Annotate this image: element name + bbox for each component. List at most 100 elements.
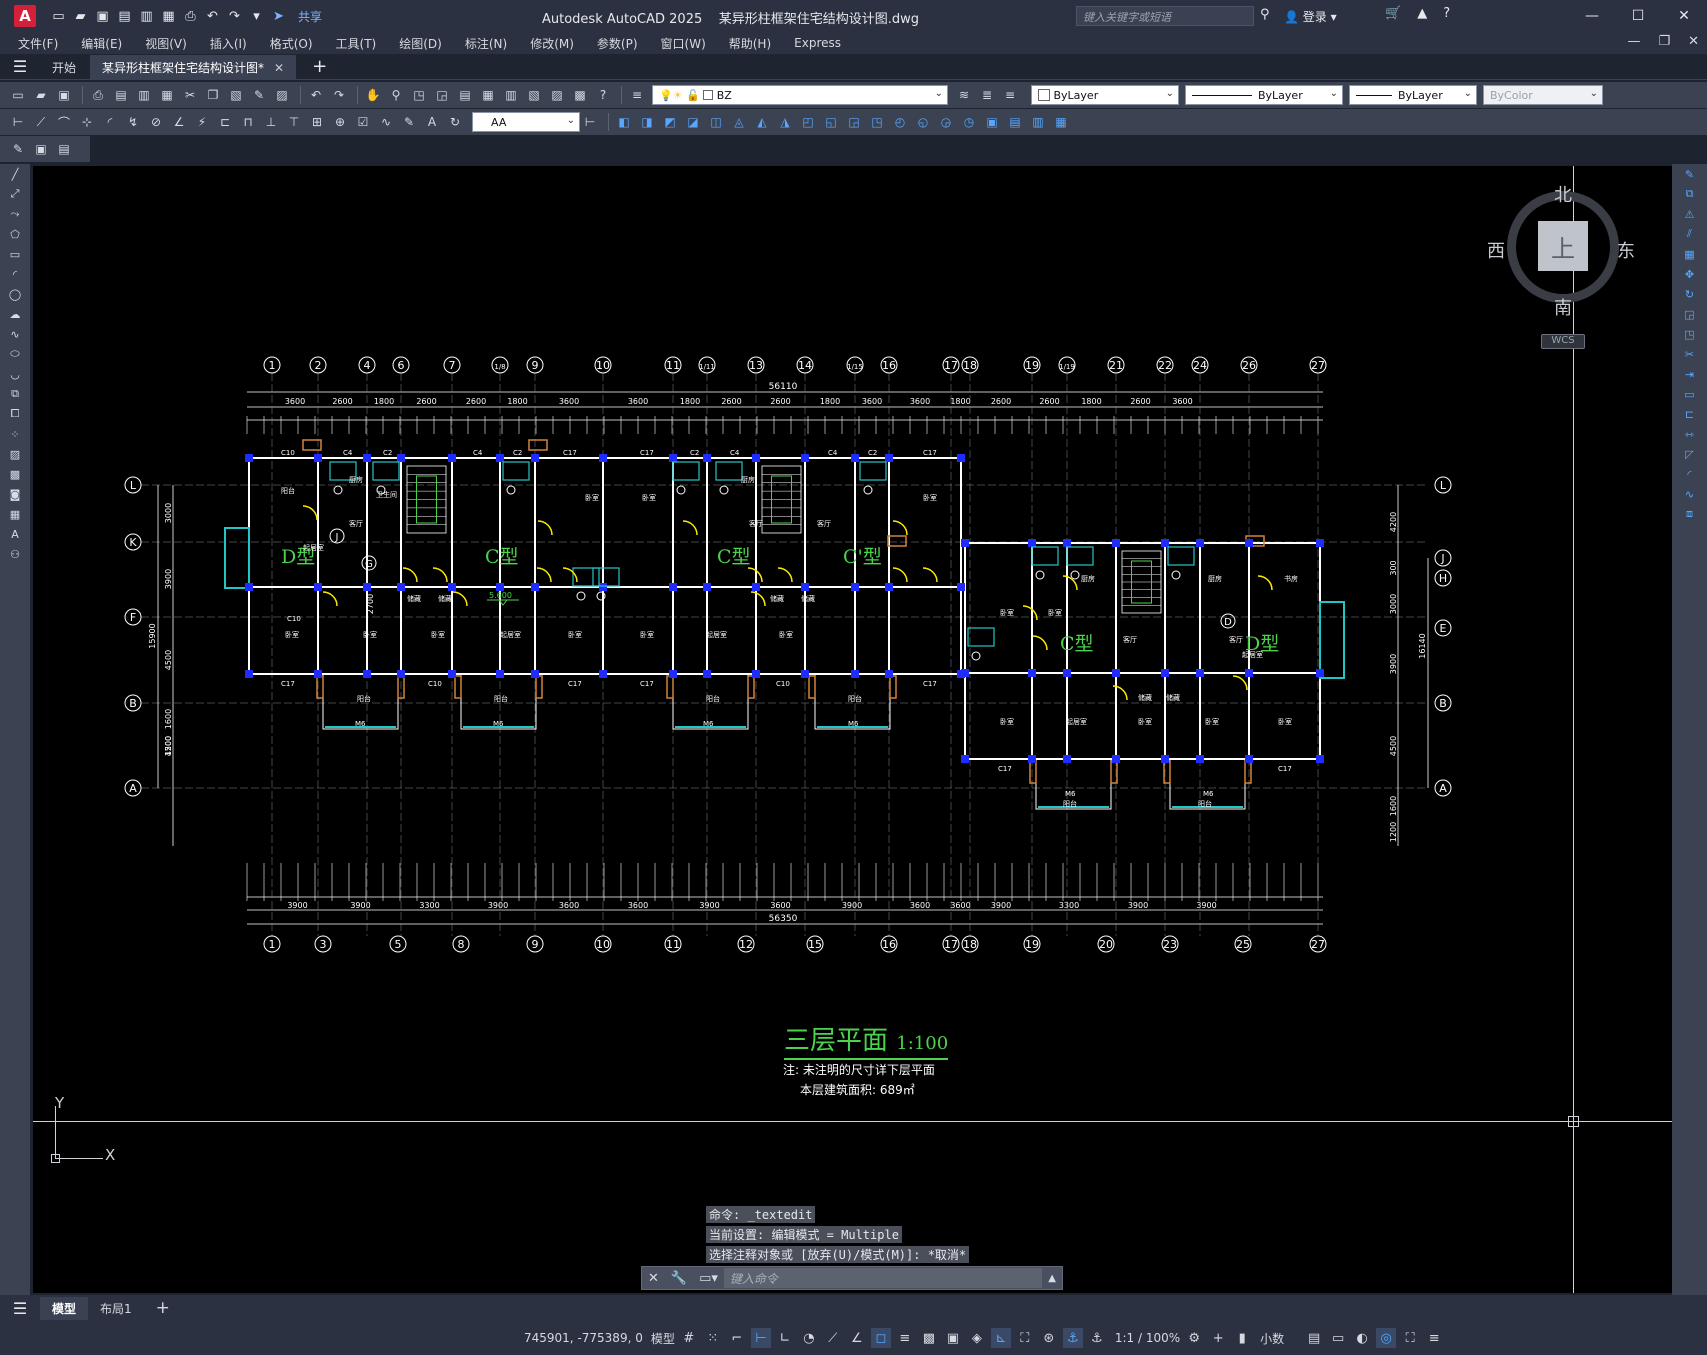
3d-sphere-icon[interactable]: ◪ — [683, 112, 703, 132]
cart-icon[interactable]: 🛒 — [1385, 6, 1401, 21]
insert-block-icon[interactable]: ⧉ — [0, 384, 30, 404]
section-plane-icon[interactable]: ▣ — [982, 112, 1002, 132]
join-icon[interactable]: ⇿ — [1672, 424, 1707, 444]
sweep-icon[interactable]: ◱ — [821, 112, 841, 132]
block-editor-icon[interactable]: ▨ — [272, 85, 292, 105]
compass-north[interactable]: 北 — [1554, 181, 1572, 207]
add-layout-icon[interactable]: + — [144, 1295, 182, 1321]
menu-window[interactable]: 窗口(W) — [661, 35, 706, 52]
new-tab-icon[interactable]: + — [298, 55, 341, 79]
3d-osnap-icon[interactable]: ◈ — [967, 1328, 987, 1348]
mtext-icon[interactable]: A — [0, 524, 30, 544]
customize-qat-icon[interactable]: ▾ — [248, 8, 265, 25]
save-icon[interactable]: ▣ — [94, 8, 111, 25]
doc-minimize-icon[interactable]: — — [1627, 34, 1640, 49]
layer-properties-icon[interactable]: ≡ — [627, 85, 647, 105]
union-icon[interactable]: ◳ — [867, 112, 887, 132]
plot-icon[interactable]: ⎙ — [88, 85, 108, 105]
share-icon[interactable]: ➤ — [270, 8, 287, 25]
menu-dimension[interactable]: 标注(N) — [465, 35, 507, 52]
compass-west[interactable]: 西 — [1487, 237, 1505, 263]
3d-cylinder-icon[interactable]: ◫ — [706, 112, 726, 132]
viewcube-top-face[interactable]: 上 — [1538, 221, 1588, 271]
offset-icon[interactable]: ⫽ — [1672, 224, 1707, 244]
menu-help[interactable]: 帮助(H) — [729, 35, 771, 52]
jogged-linear-icon[interactable]: ∿ — [376, 112, 396, 132]
ellipse-arc-icon[interactable]: ◡ — [0, 364, 30, 384]
quick-dim-icon[interactable]: ⚡ — [192, 112, 212, 132]
command-history-toggle-icon[interactable]: ▲ — [1048, 1273, 1056, 1284]
3d-torus-icon[interactable]: ◬ — [729, 112, 749, 132]
layout-menu-icon[interactable]: ☰ — [0, 1295, 40, 1321]
search-icon[interactable]: ⚲ — [1260, 7, 1270, 22]
dim-text-edit-icon[interactable]: A — [422, 112, 442, 132]
selection-filter-icon[interactable]: ⛶ — [1015, 1328, 1035, 1348]
extend-icon[interactable]: ⇥ — [1672, 364, 1707, 384]
auto-scale-icon[interactable]: ⚓ — [1087, 1328, 1107, 1348]
line-icon[interactable]: ╱ — [0, 164, 30, 184]
polar-tracking-icon[interactable]: ◔ — [799, 1328, 819, 1348]
properties-icon[interactable]: ▤ — [455, 85, 475, 105]
polyline-icon[interactable]: ⤳ — [0, 204, 30, 224]
menu-insert[interactable]: 插入(I) — [210, 35, 247, 52]
loft-icon[interactable]: ◲ — [844, 112, 864, 132]
continue-dim-icon[interactable]: ⊓ — [238, 112, 258, 132]
zoom-window-icon[interactable]: ◳ — [409, 85, 429, 105]
login-button[interactable]: 👤 登录 ▾ — [1284, 8, 1337, 25]
selection-cycling-icon[interactable]: ▣ — [943, 1328, 963, 1348]
tool-palettes-icon[interactable]: ▥ — [501, 85, 521, 105]
layer-previous-icon[interactable]: ≣ — [977, 85, 997, 105]
model-space-toggle[interactable]: 模型 — [651, 1330, 675, 1347]
3d-box-icon[interactable]: ◧ — [614, 112, 634, 132]
plot-icon[interactable]: ⎙ — [182, 8, 199, 25]
slice-icon[interactable]: ◶ — [936, 112, 956, 132]
interfere-icon[interactable]: ◷ — [959, 112, 979, 132]
qnew-icon[interactable]: ▭ — [8, 85, 28, 105]
copy-icon[interactable]: ❐ — [203, 85, 223, 105]
annotation-monitor-icon[interactable]: + — [1208, 1328, 1228, 1348]
save-as-icon[interactable]: ▤ — [116, 8, 133, 25]
break-icon[interactable]: ⊏ — [1672, 404, 1707, 424]
open-from-web-icon[interactable]: ▥ — [138, 8, 155, 25]
infer-constraints-icon[interactable]: ⌐ — [727, 1328, 747, 1348]
gizmo-icon[interactable]: ⊛ — [1039, 1328, 1059, 1348]
open-file-icon[interactable]: ▰ — [72, 8, 89, 25]
isolate-objects-icon[interactable]: ◐ — [1352, 1328, 1372, 1348]
doc-close-icon[interactable]: ✕ — [1688, 34, 1699, 49]
publish-icon[interactable]: ▥ — [134, 85, 154, 105]
zoom-previous-icon[interactable]: ◲ — [432, 85, 452, 105]
cut-icon[interactable]: ✂ — [180, 85, 200, 105]
3d-align-icon[interactable]: ▦ — [1051, 112, 1071, 132]
add-selected-icon[interactable]: ⚇ — [0, 544, 30, 564]
menu-express[interactable]: Express — [794, 36, 841, 50]
clean-screen-icon[interactable]: ⛶ — [1400, 1328, 1420, 1348]
lineweight-icon[interactable]: ≡ — [895, 1328, 915, 1348]
baseline-dim-icon[interactable]: ⊏ — [215, 112, 235, 132]
minimize-icon[interactable]: — — [1569, 0, 1615, 32]
dim-update-icon[interactable]: ↻ — [445, 112, 465, 132]
share-label[interactable]: 共享 — [298, 8, 322, 25]
transparency-icon[interactable]: ▩ — [919, 1328, 939, 1348]
refclose-icon[interactable]: ▤ — [54, 139, 74, 159]
layer-dropdown[interactable]: 💡☀ 🔓 BZ ⌄ — [652, 85, 948, 105]
quick-properties-icon[interactable]: ▤ — [1304, 1328, 1324, 1348]
xline-icon[interactable]: ⤢ — [0, 184, 30, 204]
textstyle-dropdown[interactable]: AA ⌄ — [472, 112, 580, 132]
break-at-point-icon[interactable]: ▭ — [1672, 384, 1707, 404]
save-to-web-icon[interactable]: ▦ — [160, 8, 177, 25]
refset-icon[interactable]: ▣ — [31, 139, 51, 159]
arc-icon[interactable]: ◜ — [0, 264, 30, 284]
annotation-visibility-icon[interactable]: ⚓ — [1062, 1328, 1083, 1348]
redo-icon[interactable]: ↷ — [329, 85, 349, 105]
layer-state-icon[interactable]: ≡ — [1000, 85, 1020, 105]
close-command-icon[interactable]: ✕ — [648, 1271, 659, 1286]
arc-length-icon[interactable]: ⌒ — [54, 112, 74, 132]
center-mark-icon[interactable]: ⊕ — [330, 112, 350, 132]
isodraft-icon[interactable]: ⟋ — [823, 1328, 843, 1348]
dim-edit-icon[interactable]: ✎ — [399, 112, 419, 132]
aligned-dim-icon[interactable]: ⟋ — [31, 112, 51, 132]
array-icon[interactable]: ▦ — [1672, 244, 1707, 264]
color-dropdown[interactable]: ByLayer ⌄ — [1031, 85, 1179, 105]
grid-icon[interactable]: # — [679, 1328, 699, 1348]
polygon-icon[interactable]: ⬠ — [0, 224, 30, 244]
